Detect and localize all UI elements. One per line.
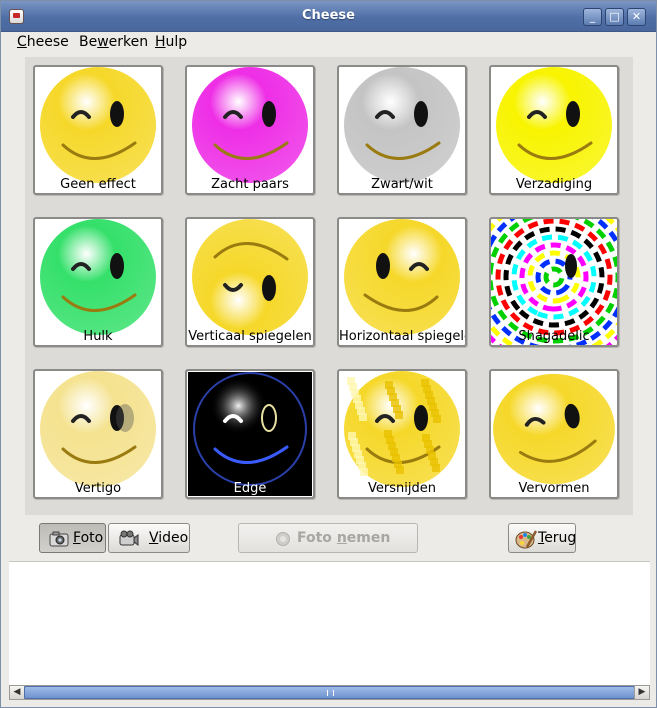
- video-mode-button[interactable]: Video: [108, 523, 190, 553]
- menu-hulp[interactable]: Hulp: [155, 34, 187, 50]
- menu-bewerken[interactable]: Bewerken: [79, 34, 148, 50]
- effect-label: Verzadiging: [515, 177, 593, 192]
- effect-tile-warp[interactable]: Vervormen: [489, 369, 619, 499]
- camcorder-icon: [119, 530, 139, 546]
- menu-bar: Cheese Bewerken Hulp: [7, 32, 652, 54]
- label-rest: oto: [80, 530, 104, 546]
- minimize-button[interactable]: _: [583, 8, 602, 26]
- effect-preview: [493, 373, 615, 485]
- horizontal-scrollbar[interactable]: ◀ ▶: [9, 685, 650, 700]
- effect-label: Versnijden: [368, 481, 436, 496]
- menu-mnemonic: H: [155, 34, 166, 50]
- close-button[interactable]: ✕: [627, 8, 646, 26]
- effect-tile-dice[interactable]: Versnijden: [337, 369, 467, 499]
- shutter-icon: [276, 532, 290, 546]
- foto-label: Foto: [73, 530, 103, 546]
- scroll-right-button[interactable]: ▶: [634, 686, 649, 699]
- menu-label: heese: [26, 34, 69, 50]
- label-prefix: Foto: [297, 530, 337, 546]
- effect-preview: [491, 219, 617, 345]
- effect-preview: [192, 219, 308, 335]
- effect-label: Verticaal spiegelen: [188, 329, 312, 344]
- maximize-button[interactable]: □: [605, 8, 624, 26]
- video-label: Video: [149, 530, 188, 546]
- close-icon: ✕: [631, 10, 642, 23]
- window-title: Cheese: [302, 8, 355, 23]
- palette-icon: [515, 530, 537, 549]
- scroll-left-button[interactable]: ◀: [10, 686, 25, 699]
- effect-label: Hulk: [83, 329, 113, 344]
- mnemonic-char: V: [149, 530, 159, 546]
- maximize-icon: □: [609, 10, 620, 23]
- take-photo-button[interactable]: Foto nemen: [238, 523, 418, 553]
- effect-preview: [40, 219, 156, 335]
- effect-preview: [344, 219, 460, 335]
- foto-mode-button[interactable]: Foto: [39, 523, 106, 553]
- menu-label: ulp: [165, 34, 188, 50]
- effect-tile-vertigo[interactable]: Vertigo: [33, 369, 163, 499]
- thumbnail-panel[interactable]: [9, 561, 650, 686]
- effect-tile-edge[interactable]: Edge: [185, 369, 315, 499]
- scrollbar-thumb[interactable]: [24, 686, 635, 699]
- menu-cheese[interactable]: Cheese: [17, 34, 69, 50]
- effect-preview: [192, 67, 308, 183]
- menu-mnemonic: w: [97, 34, 109, 50]
- effect-preview: [344, 371, 460, 487]
- menu-label: erken: [108, 34, 149, 50]
- effect-preview: [40, 371, 156, 487]
- effect-label: Shagadelic: [518, 329, 590, 344]
- effects-grid: Geen effect Zacht paars Zwart/wit Verzadigi…: [25, 57, 633, 515]
- cheese-window: Cheese _ □ ✕ Cheese Bewerken Hulp Geen e…: [0, 0, 657, 708]
- back-button[interactable]: Terug: [508, 523, 576, 553]
- label-rest: erug: [544, 530, 577, 546]
- effect-tile-saturation[interactable]: Verzadiging: [489, 65, 619, 195]
- effect-tile-horizontal-flip[interactable]: Horizontaal spiegelen: [337, 217, 467, 347]
- effect-tile-none[interactable]: Geen effect: [33, 65, 163, 195]
- title-bar[interactable]: Cheese _ □ ✕: [1, 1, 656, 32]
- back-label: Terug: [538, 530, 576, 546]
- effect-label: Edge: [233, 481, 267, 496]
- take-photo-label: Foto nemen: [297, 530, 390, 546]
- effect-label: Horizontaal spiegelen: [339, 329, 467, 344]
- minimize-icon: _: [589, 10, 596, 23]
- effect-label: Vervormen: [518, 481, 590, 496]
- effect-tile-shagadelic[interactable]: Shagadelic: [489, 217, 619, 347]
- effect-preview: [344, 67, 460, 183]
- mnemonic-char: F: [73, 530, 81, 546]
- mnemonic-char: n: [336, 530, 347, 546]
- effect-tile-hulk[interactable]: Hulk: [33, 217, 163, 347]
- effect-preview: [496, 67, 612, 183]
- effect-label: Geen effect: [60, 177, 136, 192]
- arrow-right-icon: ▶: [638, 687, 646, 697]
- camera-icon: [49, 531, 69, 547]
- effect-tile-soft-purple[interactable]: Zacht paars: [185, 65, 315, 195]
- effect-label: Vertigo: [74, 481, 122, 496]
- scroll-grip-icon: [326, 690, 334, 696]
- menu-mnemonic: C: [17, 34, 27, 50]
- effect-label: Zacht paars: [211, 177, 289, 192]
- effect-preview: [192, 371, 308, 487]
- arrow-left-icon: ◀: [13, 687, 21, 697]
- label-rest: ideo: [158, 530, 189, 546]
- effect-tile-vertical-flip[interactable]: Verticaal spiegelen: [185, 217, 315, 347]
- effect-preview: [40, 67, 156, 183]
- label-rest: emen: [346, 530, 391, 546]
- effect-tile-grayscale[interactable]: Zwart/wit: [337, 65, 467, 195]
- effect-label: Zwart/wit: [371, 177, 433, 192]
- menu-label: Be: [79, 34, 98, 50]
